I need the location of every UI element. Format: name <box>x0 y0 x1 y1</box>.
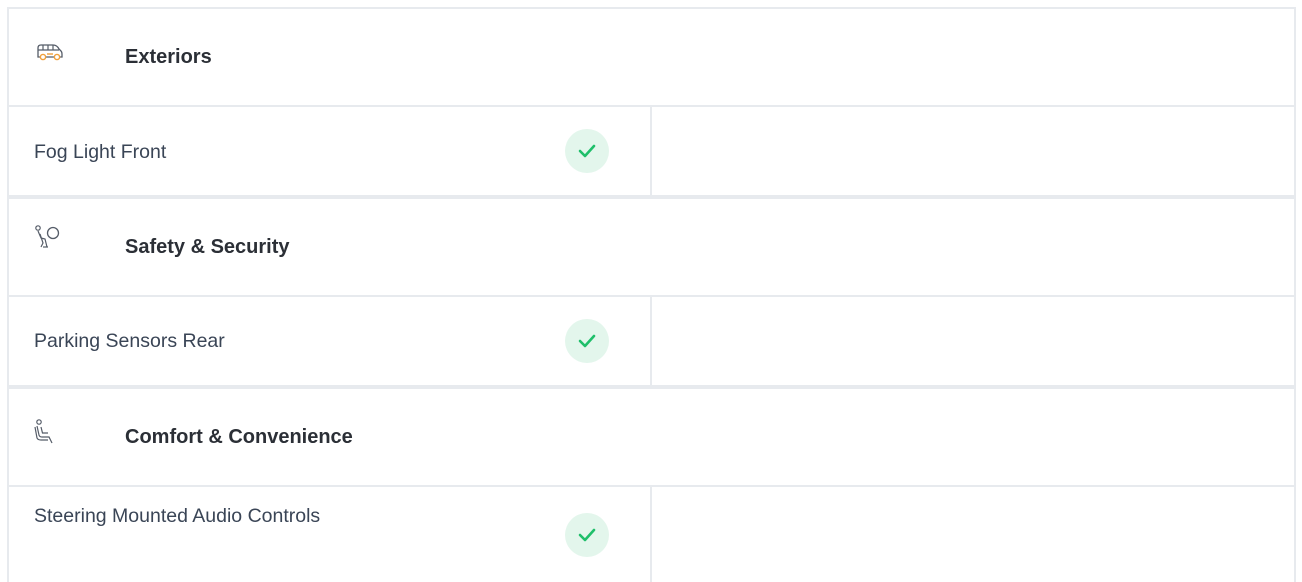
feature-name: Fog Light Front <box>34 141 167 163</box>
seat-icon <box>33 419 65 444</box>
feature-row-parking-sensors-rear: Parking Sensors Rear <box>9 297 1294 385</box>
car-icon <box>33 39 65 63</box>
section-header-exteriors: Exteriors <box>9 9 1294 105</box>
feature-cell: Parking Sensors Rear <box>9 297 652 385</box>
feature-cell: Fog Light Front <box>9 107 652 195</box>
check-icon <box>565 129 609 173</box>
feature-row-fog-light-front: Fog Light Front <box>9 107 1294 195</box>
feature-name: Parking Sensors Rear <box>34 330 225 352</box>
section-title: Exteriors <box>125 46 212 68</box>
section-title: Comfort & Convenience <box>125 426 353 448</box>
feature-cell: Steering Mounted Audio Controls <box>9 487 652 582</box>
check-icon <box>565 319 609 363</box>
section-header-comfort-convenience: Comfort & Convenience <box>9 389 1294 485</box>
feature-name: Steering Mounted Audio Controls <box>34 505 321 527</box>
section-header-safety-security: Safety & Security <box>9 199 1294 295</box>
check-icon <box>565 513 609 557</box>
feature-row-steering-mounted-audio-controls: Steering Mounted Audio Controls <box>9 487 1294 582</box>
airbag-icon <box>33 225 65 249</box>
section-title: Safety & Security <box>125 236 290 258</box>
